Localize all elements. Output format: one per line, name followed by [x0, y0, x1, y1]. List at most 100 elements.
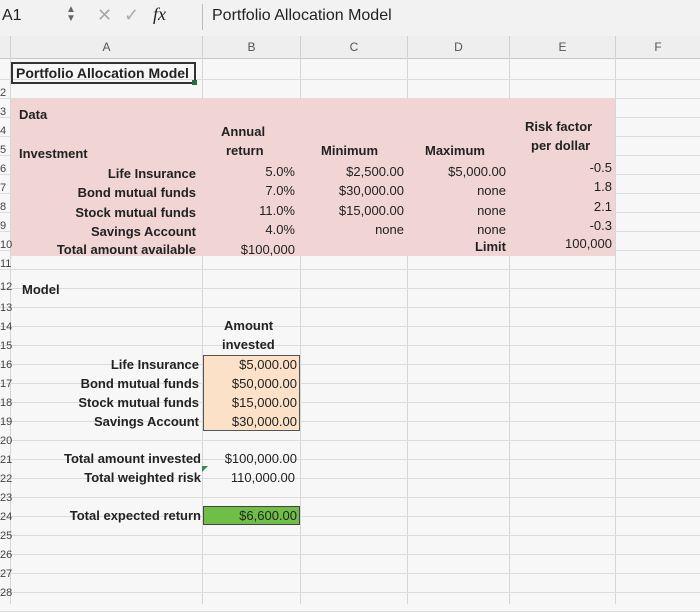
row-gridline [0, 554, 700, 555]
row-gridline [0, 497, 700, 498]
fill-handle[interactable] [192, 80, 197, 85]
amount-invested-cell[interactable]: $50,000.00 [203, 374, 297, 393]
row-number[interactable]: 28 [0, 584, 12, 603]
risk-header-2: per dollar [531, 138, 591, 153]
annual-return-value[interactable]: 5.0% [203, 162, 295, 181]
risk-factor-value[interactable]: -0.3 [510, 216, 612, 235]
row-number[interactable]: 5 [0, 141, 10, 160]
amount-invested-cell[interactable]: $30,000.00 [203, 412, 297, 431]
row-number[interactable]: 16 [0, 356, 12, 375]
expected-return-label: Total expected return [69, 508, 201, 523]
formula-bar-divider [202, 4, 203, 30]
amount-invested-cell[interactable]: $15,000.00 [203, 393, 297, 412]
row-number[interactable]: 21 [0, 451, 12, 470]
annual-return-header-1: Annual [221, 124, 266, 139]
limit-label: Limit [474, 239, 506, 254]
row-number[interactable]: 8 [0, 198, 10, 217]
formula-input[interactable]: Portfolio Allocation Model [212, 7, 392, 25]
row-number[interactable]: 7 [0, 179, 10, 198]
row-number[interactable]: 15 [0, 337, 12, 356]
maximum-value[interactable]: none [408, 181, 506, 200]
column-header-a[interactable]: A [11, 36, 203, 59]
name-box[interactable]: A1 [2, 7, 22, 25]
row-number[interactable]: 9 [0, 217, 10, 236]
minimum-value[interactable]: none [301, 220, 404, 239]
fx-icon[interactable]: fx [153, 4, 166, 25]
formula-bar: A1 ▲ ▼ ✕ ✓ fx Portfolio Allocation Model [0, 0, 700, 37]
row-number[interactable]: 3 [0, 103, 10, 122]
row-gridline [0, 326, 700, 327]
row-gridline [0, 307, 700, 308]
row-number[interactable]: 22 [0, 470, 12, 489]
minimum-value[interactable]: $2,500.00 [301, 162, 404, 181]
investment-name: Bond mutual funds [77, 185, 196, 200]
annual-return-value[interactable]: 4.0% [203, 220, 295, 239]
column-header-e[interactable]: E [510, 36, 616, 59]
investment-name: Stock mutual funds [75, 205, 196, 220]
risk-factor-value[interactable]: 2.1 [510, 197, 612, 216]
column-header-c[interactable]: C [301, 36, 408, 59]
row-gridline [0, 440, 700, 441]
column-gridline [615, 58, 616, 604]
row-number[interactable]: 17 [0, 375, 12, 394]
amount-header-2: invested [222, 337, 275, 352]
amount-header-1: Amount [224, 318, 274, 333]
data-label: Data [19, 107, 48, 122]
row-gridline [0, 535, 700, 536]
row-gridline [0, 345, 700, 346]
maximum-value[interactable]: none [408, 201, 506, 220]
row-number[interactable]: 4 [0, 122, 10, 141]
total-available-value[interactable]: $100,000 [203, 240, 295, 259]
annual-return-value[interactable]: 7.0% [203, 181, 295, 200]
column-header-d[interactable]: D [408, 36, 510, 59]
amount-invested-cell[interactable]: $5,000.00 [203, 355, 297, 374]
total-invested-label: Total amount invested [64, 451, 201, 466]
maximum-header: Maximum [425, 143, 485, 158]
investment-label: Investment [19, 146, 88, 161]
row-number[interactable]: 19 [0, 413, 12, 432]
column-header-b[interactable]: B [203, 36, 301, 59]
total-available-label: Total amount available [56, 242, 196, 257]
sheet-title: Portfolio Allocation Model [16, 65, 189, 81]
row-number[interactable]: 24 [0, 508, 12, 527]
risk-factor-value[interactable]: -0.5 [510, 158, 612, 177]
maximum-value[interactable]: $5,000.00 [408, 162, 506, 181]
model-investment-name: Savings Account [94, 414, 199, 429]
column-header-f[interactable]: F [616, 36, 700, 59]
row-number[interactable]: 11 [0, 255, 11, 274]
model-investment-name: Bond mutual funds [80, 376, 199, 391]
risk-header-1: Risk factor [525, 119, 593, 134]
row-gridline [0, 288, 700, 289]
row-number[interactable]: 14 [0, 318, 12, 337]
row-number[interactable]: 26 [0, 546, 12, 565]
row-number[interactable]: 13 [0, 299, 12, 318]
cancel-icon[interactable]: ✕ [97, 5, 112, 26]
row-gridline [0, 573, 700, 574]
row-number[interactable]: 6 [0, 160, 10, 179]
row-number[interactable]: 2 [0, 84, 10, 103]
model-investment-name: Life Insurance [110, 357, 199, 372]
row-number[interactable]: 23 [0, 489, 12, 508]
expected-return-value[interactable]: $6,600.00 [203, 506, 297, 525]
limit-value[interactable]: 100,000 [510, 234, 612, 253]
row-number[interactable]: 27 [0, 565, 12, 584]
investment-name: Savings Account [91, 224, 196, 239]
minimum-value[interactable]: $30,000.00 [301, 181, 404, 200]
row-number[interactable]: 20 [0, 432, 12, 451]
select-all-corner[interactable] [0, 36, 11, 59]
model-investment-name: Stock mutual funds [78, 395, 199, 410]
minimum-header: Minimum [321, 143, 379, 158]
weighted-risk-label: Total weighted risk [84, 470, 201, 485]
minimum-value[interactable]: $15,000.00 [301, 201, 404, 220]
row-number[interactable]: 10 [0, 236, 12, 255]
total-invested-value[interactable]: $100,000.00 [203, 449, 297, 468]
row-number[interactable]: 12 [0, 278, 12, 297]
annual-return-value[interactable]: 11.0% [203, 201, 295, 220]
row-number[interactable]: 18 [0, 394, 12, 413]
name-box-stepper-icon[interactable]: ▲ ▼ [66, 5, 76, 24]
confirm-icon[interactable]: ✓ [124, 5, 139, 26]
row-number[interactable]: 25 [0, 527, 12, 546]
risk-factor-value[interactable]: 1.8 [510, 177, 612, 196]
row-gridline [0, 592, 700, 593]
weighted-risk-value[interactable]: 110,000.00 [203, 468, 295, 487]
